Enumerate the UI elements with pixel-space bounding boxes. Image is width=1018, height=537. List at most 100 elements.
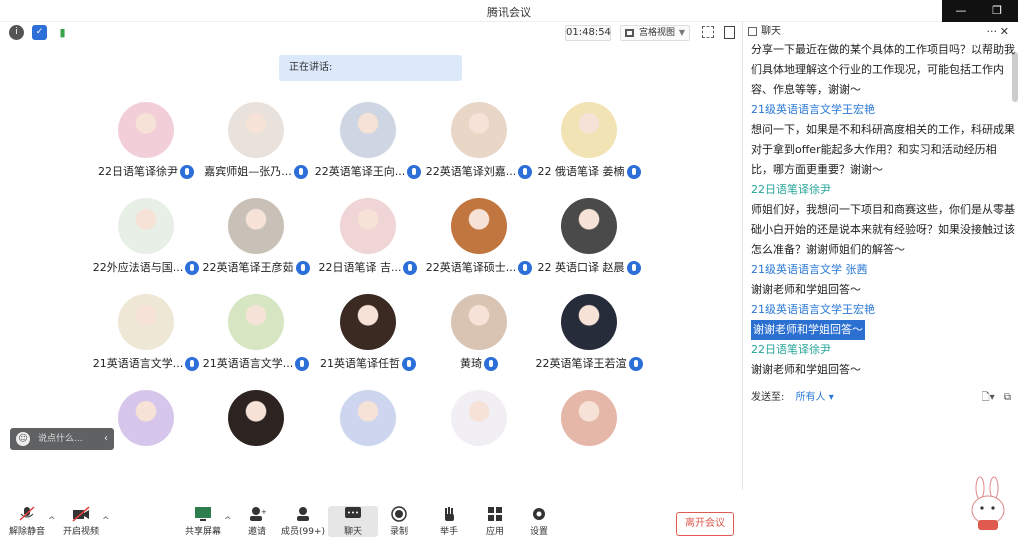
chat-sender-name: 21级英语语言文学王宏艳 [751, 303, 875, 316]
record-label: 录制 [389, 527, 408, 537]
participant-tile[interactable]: 22英语笔译王彦茹 [196, 192, 316, 282]
info-icon[interactable]: i [9, 25, 24, 40]
signal-icon[interactable]: ▮ [55, 25, 70, 40]
chat-panel-icon [748, 27, 757, 36]
record-icon [391, 506, 407, 522]
chat-message: 分享一下最近在做的某个具体的工作项目吗？以帮助我们具体地理解这个行业的工作现况，… [751, 43, 1015, 96]
apps-icon [488, 507, 502, 521]
chat-message: 谢谢老师和学姐回答～ [751, 320, 1015, 340]
participant-tile[interactable]: 22日语笔译 吉... [308, 192, 428, 282]
chevron-up-icon[interactable]: ^ [48, 516, 56, 526]
leave-meeting-button[interactable]: 离开会议 [676, 512, 734, 536]
participant-tile[interactable]: 22 英语口译 赵晨 [529, 192, 649, 282]
minimize-icon[interactable]: — [950, 3, 972, 19]
members-icon [297, 507, 309, 521]
camera-off-icon [72, 506, 90, 522]
mic-icon [626, 261, 641, 275]
participant-name: 22英语笔译王彦茹 [196, 259, 316, 275]
participant-avatar [118, 390, 174, 446]
participant-name: 22英语笔译刘嘉... [419, 163, 539, 179]
start-video-button[interactable]: 开启视频 [56, 506, 106, 537]
more-icon[interactable]: ··· [987, 22, 998, 42]
participant-name-text: 22英语笔译王向... [314, 165, 406, 178]
participant-avatar [228, 294, 284, 350]
invite-icon: + [250, 507, 266, 521]
chevron-up-icon[interactable]: ^ [102, 516, 110, 526]
participant-tile[interactable]: 21英语语言文学... [196, 288, 316, 378]
participant-tile[interactable]: 22英语笔译王若渲 [529, 288, 649, 378]
invite-button[interactable]: + 邀请 [232, 506, 282, 537]
participant-avatar [340, 102, 396, 158]
participant-tile[interactable]: 22日语笔译徐尹 [86, 96, 206, 186]
chat-button[interactable]: 聊天 [328, 506, 378, 537]
chat-sender-name: 21级英语语言文学王宏艳 [751, 103, 875, 116]
title-bar: 腾讯会议 — ❐ [0, 0, 1018, 22]
participant-tile[interactable]: 22英语笔译硕士... [419, 192, 539, 282]
meeting-info-bar: i ✓ ▮ 01:48:54 宫格视图 ▼ [0, 22, 740, 44]
participant-name-text: 22英语笔译硕士... [425, 261, 517, 274]
smile-icon: ☺ [16, 432, 30, 446]
chat-message-selected-text[interactable]: 谢谢老师和学姐回答～ [751, 320, 865, 340]
unmute-label: 解除静音 [8, 527, 45, 537]
participant-tile[interactable]: 22 俄语笔译 姜楠 [529, 96, 649, 186]
participant-tile[interactable] [419, 384, 539, 474]
file-icon[interactable]: 🗋▾ [982, 392, 995, 403]
record-button[interactable]: 录制 [374, 506, 424, 537]
members-label: 成员(99+) [280, 527, 326, 537]
share-screen-button[interactable]: 共享屏幕 [178, 506, 228, 537]
chat-message: 谢谢老师和学姐回答～ [751, 283, 861, 296]
participant-tile[interactable]: 黄琦 [419, 288, 539, 378]
participant-tile[interactable]: 21英语语言文学... [86, 288, 206, 378]
mic-icon [180, 165, 194, 179]
participant-name-text: 黄琦 [460, 357, 482, 370]
send-to-select[interactable]: 所有人 ▾ [796, 392, 834, 403]
participant-name: 22英语笔译王向... [308, 163, 428, 179]
participant-tile[interactable]: 22外应法语与国... [86, 192, 206, 282]
members-button[interactable]: 成员(99+) [278, 506, 328, 537]
chat-message: 想问一下，如果是不和科研高度相关的工作，科研成果对于拿到offer能起多大作用？… [751, 123, 1015, 176]
svg-text:+: + [261, 508, 266, 516]
share-screen-icon [195, 507, 211, 521]
raise-hand-button[interactable]: 举手 [424, 506, 474, 537]
share-label: 共享屏幕 [184, 527, 221, 537]
rabbit-mascot-icon [971, 476, 1005, 530]
participant-tile[interactable]: 嘉宾师姐—张乃... [196, 96, 316, 186]
chevron-left-icon[interactable]: ‹ [104, 428, 108, 450]
view-mode-select[interactable]: 宫格视图 ▼ [620, 25, 690, 41]
restore-icon[interactable]: ❐ [986, 3, 1008, 19]
chat-header: 聊天 ··· ✕ [743, 22, 1018, 42]
fullscreen-icon[interactable] [702, 26, 714, 38]
participant-name: 21英语笔译任哲 [308, 355, 428, 371]
participant-name-text: 22 俄语笔译 姜楠 [537, 165, 625, 178]
chat-title: 聊天 [761, 26, 781, 37]
participant-name-text: 22日语笔译 吉... [318, 261, 402, 274]
shield-icon[interactable]: ✓ [32, 25, 47, 40]
send-to-label: 发送至: [751, 392, 785, 403]
participant-tile[interactable] [529, 384, 649, 474]
participant-avatar [118, 102, 174, 158]
say-something-box[interactable]: ☺ 说点什么... ‹ [10, 428, 114, 450]
window-controls: — ❐ [942, 0, 1018, 22]
participant-tile[interactable] [308, 384, 428, 474]
settings-button[interactable]: 设置 [514, 506, 564, 537]
participant-avatar [451, 198, 507, 254]
participant-tile[interactable]: 21英语笔译任哲 [308, 288, 428, 378]
chevron-up-icon[interactable]: ^ [224, 516, 232, 526]
mic-icon [402, 357, 416, 371]
side-panel-icon[interactable] [724, 26, 735, 39]
unmute-button[interactable]: 解除静音 [2, 506, 52, 537]
participant-avatar [561, 198, 617, 254]
participant-name-text: 22外应法语与国... [92, 261, 184, 274]
participant-name: 21英语语言文学... [86, 355, 206, 371]
apps-button[interactable]: 应用 [470, 506, 520, 537]
participant-tile[interactable]: 22英语笔译王向... [308, 96, 428, 186]
participant-tile[interactable]: 22英语笔译刘嘉... [419, 96, 539, 186]
participant-tile[interactable] [196, 384, 316, 474]
screenshot-icon[interactable]: ⧉ [1004, 392, 1011, 403]
close-icon[interactable]: ✕ [1000, 22, 1009, 42]
invite-label: 邀请 [247, 527, 266, 537]
participant-name-text: 嘉宾师姐—张乃... [204, 165, 292, 178]
participant-avatar [451, 390, 507, 446]
participant-name-text: 22日语笔译徐尹 [98, 165, 178, 178]
participant-avatar [228, 390, 284, 446]
